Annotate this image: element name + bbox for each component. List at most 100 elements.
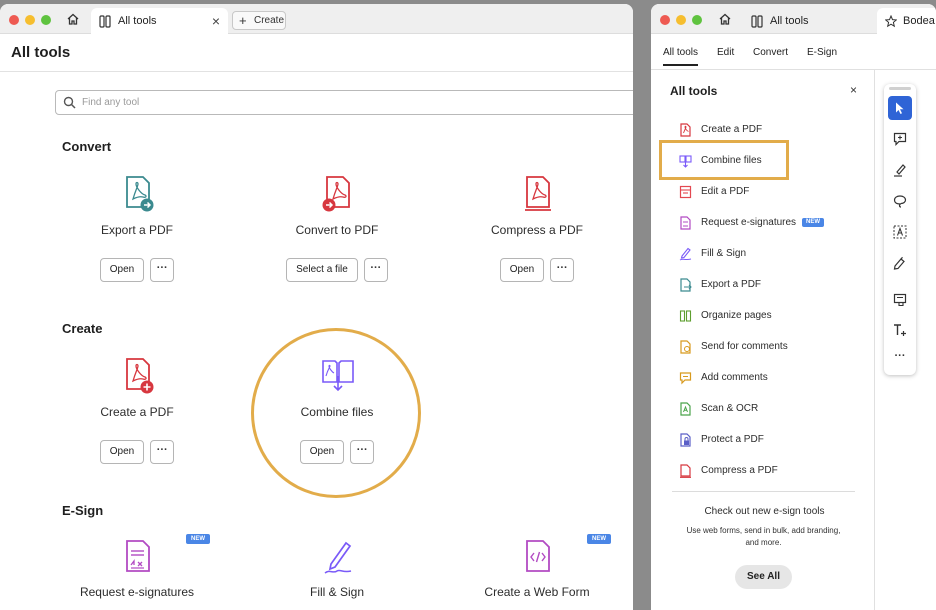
combine-files-icon <box>679 155 692 168</box>
tool-item-request-esignatures[interactable]: Request e-signatures <box>679 215 859 231</box>
tool-item-label: Request e-signatures <box>701 217 797 228</box>
draw-tool-button[interactable] <box>888 189 912 213</box>
tool-name: Request e-signatures <box>79 585 195 599</box>
web-form-icon <box>526 540 550 572</box>
tool-name: Compress a PDF <box>490 223 584 237</box>
more-options-button[interactable]: ··· <box>550 258 575 282</box>
search-placeholder: Find any tool <box>82 97 140 108</box>
tool-item-scan-ocr[interactable]: Scan & OCR <box>679 401 859 417</box>
open-button[interactable]: Open <box>499 258 545 282</box>
more-tools-button[interactable]: ··· <box>888 346 912 370</box>
add-comments-icon <box>679 372 692 385</box>
create-button-label: Create <box>254 15 285 26</box>
select-file-button[interactable]: Select a file <box>286 258 358 282</box>
close-panel-icon[interactable]: × <box>850 83 857 97</box>
more-options-button[interactable]: ··· <box>150 258 175 282</box>
add-comment-icon <box>893 132 907 146</box>
subtab-convert[interactable]: Convert <box>753 47 788 58</box>
tool-item-protect-pdf[interactable]: Protect a PDF <box>679 432 859 448</box>
organize-pages-icon <box>679 310 692 322</box>
sign-tool-button[interactable] <box>888 251 912 275</box>
panel-title: All tools <box>670 84 718 98</box>
tool-card-create-pdf: Create a PDF Open ··· <box>47 358 227 478</box>
combine-files-icon <box>322 360 354 392</box>
tool-item-send-comments[interactable]: Send for comments <box>679 339 859 355</box>
close-window-dot[interactable] <box>9 15 19 25</box>
open-button[interactable]: Open <box>99 440 145 464</box>
select-tool-button[interactable] <box>888 96 912 120</box>
tool-card-combine-files: Combine files Open ··· <box>247 358 427 478</box>
tool-item-fill-sign[interactable]: Fill & Sign <box>679 246 859 262</box>
fill-sign-icon <box>679 247 692 261</box>
send-comments-icon <box>680 340 691 354</box>
tab-bodea[interactable]: Bodea <box>877 8 936 34</box>
tool-item-compress-pdf[interactable]: Compress a PDF <box>679 463 859 479</box>
compress-pdf-icon <box>680 464 691 478</box>
edit-pdf-icon <box>679 185 692 199</box>
tool-item-label: Organize pages <box>701 310 772 321</box>
panel-divider <box>672 491 855 492</box>
tool-item-label: Fill & Sign <box>701 248 747 259</box>
see-all-button[interactable]: See All <box>735 565 792 589</box>
toolbar-grip[interactable] <box>889 87 911 90</box>
cursor-icon <box>896 102 904 114</box>
tool-card-convert-to-pdf: Convert to PDF Select a file ··· <box>247 176 427 296</box>
protect-pdf-icon <box>680 433 691 447</box>
subtab-bar: All tools Edit Convert E-Sign <box>651 34 936 70</box>
pen-sign-icon <box>893 256 905 270</box>
minimize-window-dot[interactable] <box>25 15 35 25</box>
tool-name: Fill & Sign <box>309 585 365 599</box>
tool-name: Create a PDF <box>100 405 174 419</box>
fill-sign-icon <box>324 541 352 574</box>
maximize-window-dot[interactable] <box>692 15 702 25</box>
tool-item-label: Protect a PDF <box>701 434 764 445</box>
tools-tab-icon <box>99 15 111 28</box>
tool-card-create-web-form: Create a Web Form <box>447 540 627 610</box>
more-options-button[interactable]: ··· <box>363 258 388 282</box>
open-button[interactable]: Open <box>299 440 345 464</box>
create-pdf-icon <box>680 123 691 137</box>
create-button[interactable]: + Create <box>232 11 286 30</box>
tool-item-export-pdf[interactable]: Export a PDF <box>679 277 859 293</box>
stamp-icon <box>893 293 907 307</box>
close-tab-icon[interactable]: × <box>212 13 220 29</box>
more-options-button[interactable]: ··· <box>350 440 375 464</box>
tool-item-edit-pdf[interactable]: Edit a PDF <box>679 184 859 200</box>
subtab-all-tools[interactable]: All tools <box>663 47 699 66</box>
tool-item-organize-pages[interactable]: Organize pages <box>679 308 859 324</box>
tool-card-export-pdf: Export a PDF Open ··· <box>47 176 227 296</box>
tab-all-tools[interactable]: All tools <box>743 8 871 34</box>
tab-label: Bodea <box>903 15 935 27</box>
tool-item-label: Add comments <box>701 372 768 383</box>
search-input[interactable]: Find any tool <box>55 90 633 115</box>
subtab-esign[interactable]: E-Sign <box>807 47 837 58</box>
add-text-tool-button[interactable] <box>888 318 912 342</box>
minimize-window-dot[interactable] <box>676 15 686 25</box>
tool-item-combine-files[interactable]: Combine files <box>679 153 859 169</box>
tab-all-tools[interactable]: All tools × <box>91 8 228 34</box>
promo-title: Check out new e-sign tools <box>704 506 825 517</box>
text-box-icon <box>893 225 907 239</box>
tool-item-create-pdf[interactable]: Create a PDF <box>679 122 859 138</box>
comment-tool-button[interactable] <box>888 127 912 151</box>
maximize-window-dot[interactable] <box>41 15 51 25</box>
text-select-tool-button[interactable] <box>888 220 912 244</box>
highlight-tool-button[interactable] <box>888 158 912 182</box>
tool-name: Export a PDF <box>100 223 174 237</box>
home-icon[interactable] <box>66 12 80 26</box>
close-window-dot[interactable] <box>660 15 670 25</box>
subtab-edit[interactable]: Edit <box>717 47 734 58</box>
toolbar-divider <box>874 70 875 610</box>
new-badge: NEW <box>802 218 824 227</box>
tools-tab-icon <box>751 15 763 28</box>
request-esign-icon <box>680 216 691 230</box>
tool-actions: Select a file ··· <box>247 258 427 282</box>
star-icon <box>885 15 897 28</box>
lasso-icon <box>893 195 907 208</box>
more-options-button[interactable]: ··· <box>150 440 175 464</box>
home-icon[interactable] <box>718 12 732 26</box>
tool-item-add-comments[interactable]: Add comments <box>679 370 859 386</box>
open-button[interactable]: Open <box>99 258 145 282</box>
stamp-tool-button[interactable] <box>888 288 912 312</box>
tool-item-label: Create a PDF <box>701 124 763 135</box>
